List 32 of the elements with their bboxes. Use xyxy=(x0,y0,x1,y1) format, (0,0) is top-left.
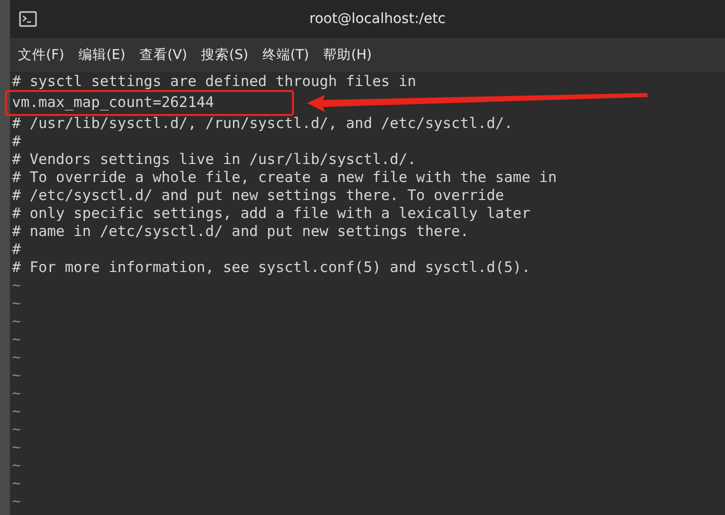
empty-line-marker: ~ xyxy=(12,277,21,294)
empty-line-marker: ~ xyxy=(12,421,21,438)
text-line: # only specific settings, add a file with a lexically later xyxy=(12,205,530,222)
text-line: # /usr/lib/sysctl.d/, /run/sysctl.d/, and /etc/sysctl.d/. xyxy=(12,115,513,132)
menu-item[interactable]: 终端(T) xyxy=(262,46,310,64)
text-line: # To override a whole file, create a new file with the same in xyxy=(12,169,557,186)
terminal-icon xyxy=(19,11,37,27)
text-line: # xyxy=(12,241,21,258)
text-line: # Vendors settings live in /usr/lib/sysctl.d/. xyxy=(12,151,416,168)
text-line: # /etc/sysctl.d/ and put new settings there. To override xyxy=(12,187,504,204)
empty-line-marker: ~ xyxy=(12,475,21,492)
menu-item[interactable]: 文件(F) xyxy=(18,46,64,64)
text-line: vm.max_map_count=262144 xyxy=(12,94,214,111)
empty-line-marker: ~ xyxy=(12,367,21,384)
menu-item[interactable]: 编辑(E) xyxy=(78,46,126,64)
empty-line-marker: ~ xyxy=(12,403,21,420)
text-line: # name in /etc/sysctl.d/ and put new settings there. xyxy=(12,223,469,240)
text-line: # For more information, see sysctl.conf(5) and sysctl.d(5). xyxy=(12,259,530,276)
menu-item[interactable]: 查看(V) xyxy=(139,46,188,64)
empty-line-marker: ~ xyxy=(12,313,21,330)
empty-line-marker: ~ xyxy=(12,457,21,474)
text-line: # sysctl settings are defined through files in xyxy=(12,73,416,90)
empty-line-marker: ~ xyxy=(12,295,21,312)
text-line: # xyxy=(12,133,21,150)
empty-line-marker: ~ xyxy=(12,439,21,456)
empty-line-marker: ~ xyxy=(12,331,21,348)
window-title: root@localhost:/etc xyxy=(309,11,446,27)
menu-item[interactable]: 帮助(H) xyxy=(323,46,372,64)
empty-line-marker: ~ xyxy=(12,349,21,366)
empty-line-marker: ~ xyxy=(12,493,21,510)
menu-item[interactable]: 搜索(S) xyxy=(201,46,248,64)
empty-line-marker: ~ xyxy=(12,385,21,402)
